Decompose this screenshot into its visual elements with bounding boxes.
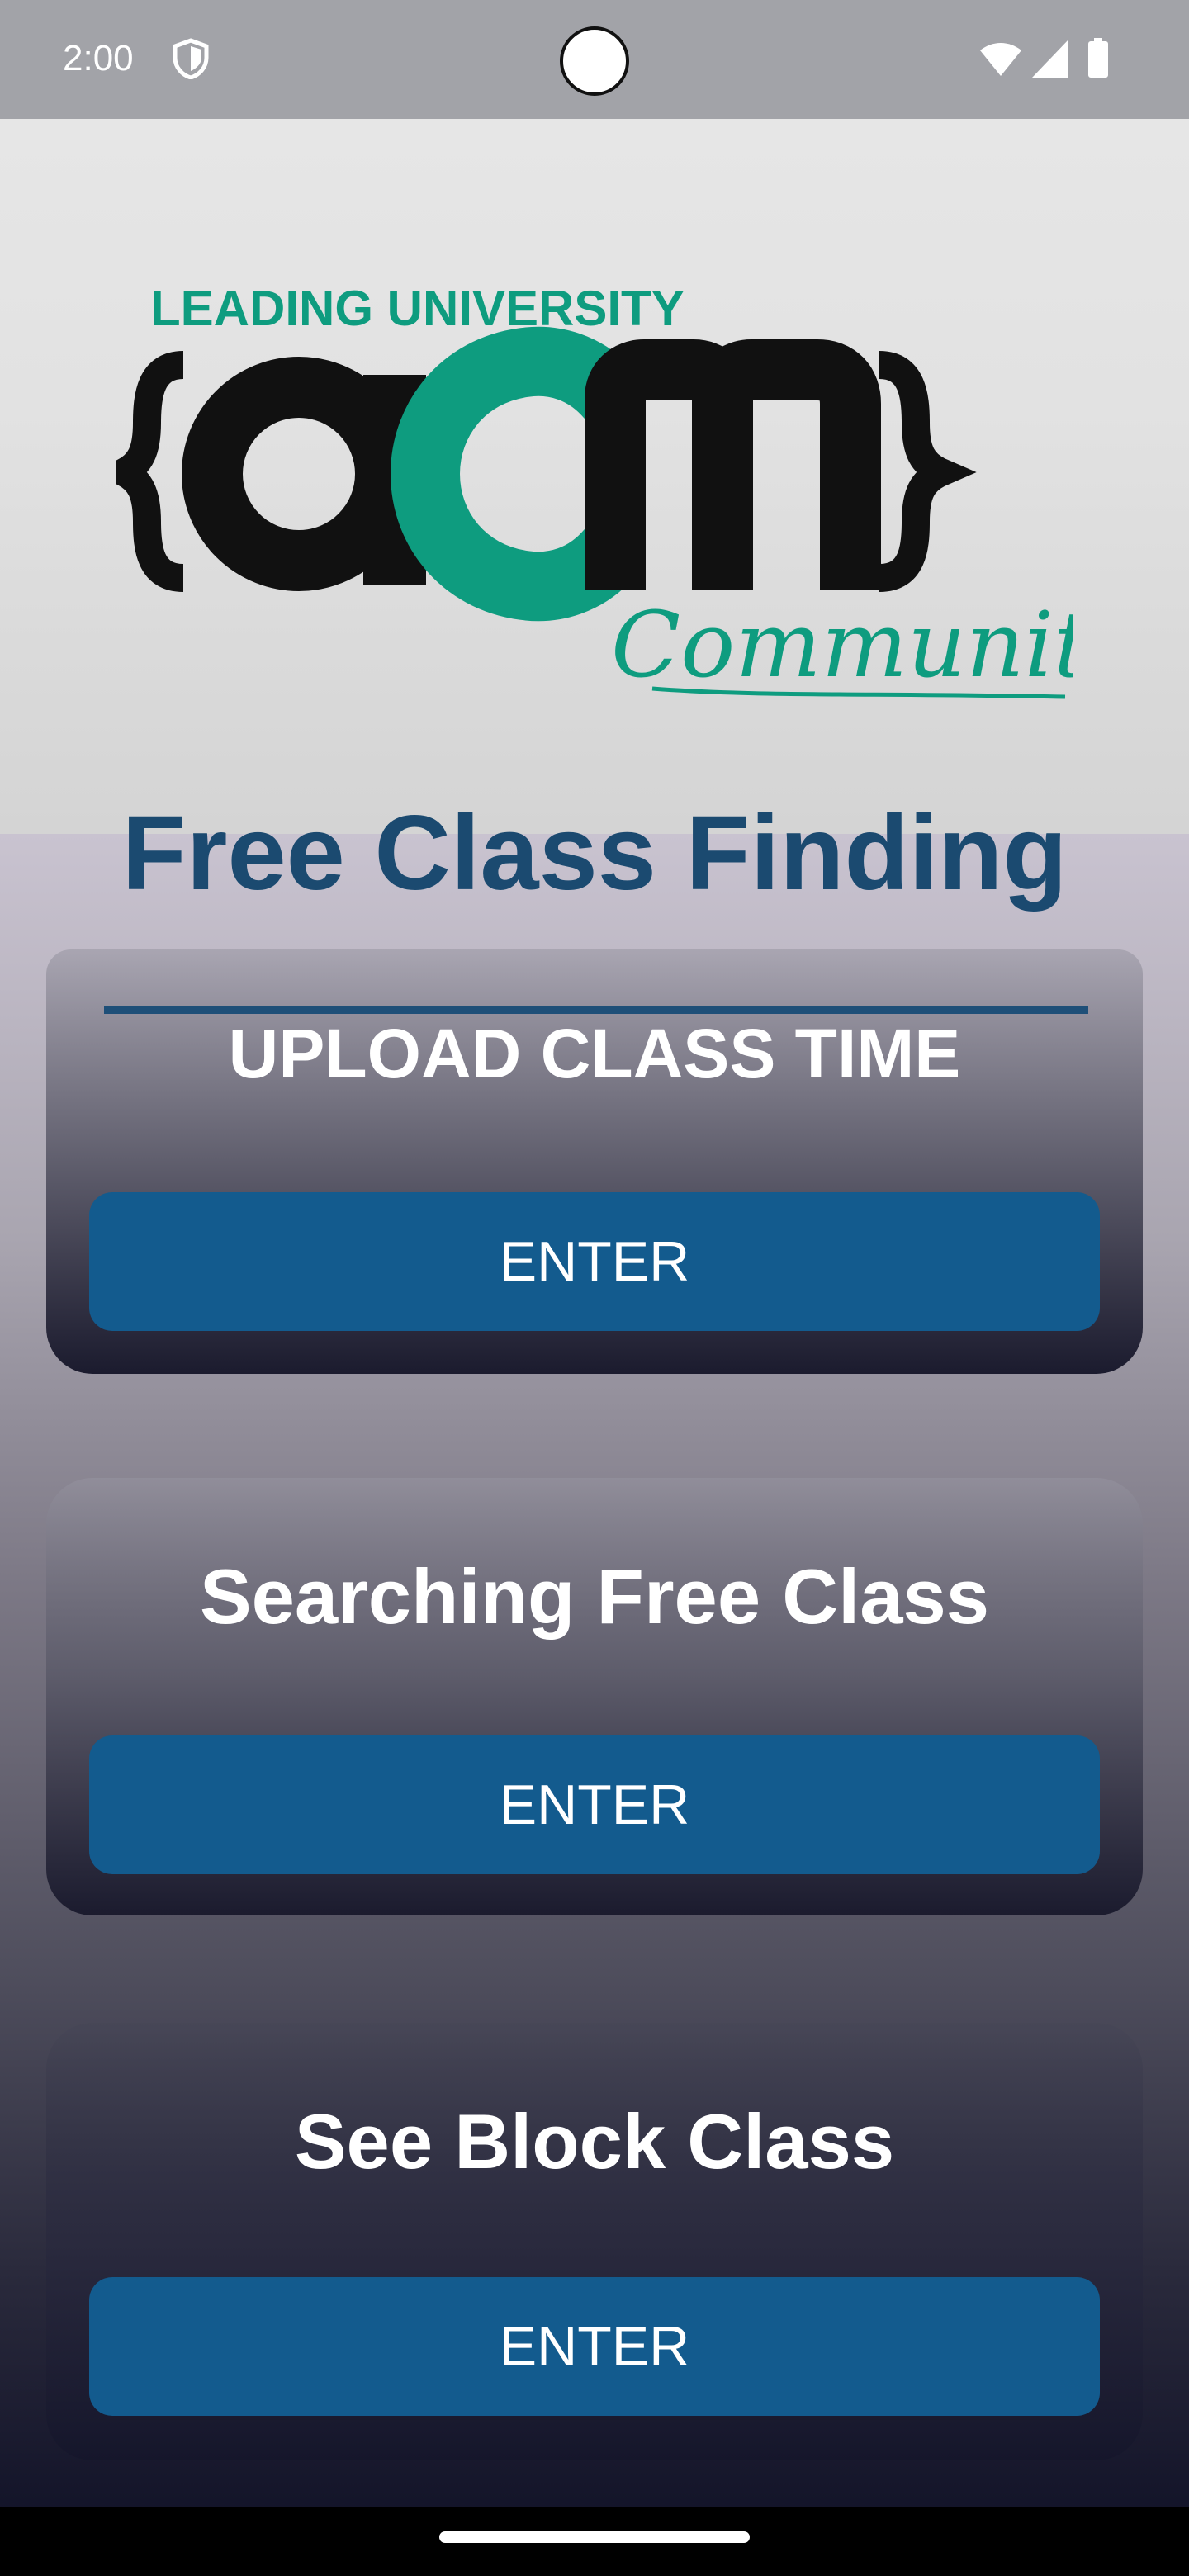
logo-top-text: LEADING UNIVERSITY bbox=[150, 281, 685, 336]
battery-icon bbox=[1088, 38, 1108, 78]
upload-class-time-card: UPLOAD CLASS TIME ENTER bbox=[46, 949, 1143, 1374]
app-screen: 2:00 LEADING UNIVERSITY Communi Free Cla… bbox=[0, 0, 1189, 2576]
search-enter-button[interactable]: ENTER bbox=[89, 1735, 1100, 1874]
logo-script-text: Community bbox=[611, 592, 1073, 698]
see-block-class-card: See Block Class ENTER bbox=[46, 2023, 1143, 2460]
card-title: See Block Class bbox=[294, 2098, 895, 2185]
card-title: UPLOAD CLASS TIME bbox=[228, 1015, 961, 1092]
wifi-icon bbox=[980, 43, 1021, 76]
signal-icon bbox=[1032, 40, 1068, 78]
camera-cutout bbox=[560, 26, 629, 96]
searching-free-class-card: Searching Free Class ENTER bbox=[46, 1478, 1143, 1915]
shield-icon bbox=[173, 38, 209, 79]
logo-header: LEADING UNIVERSITY Community bbox=[0, 119, 1189, 834]
card-title: Searching Free Class bbox=[199, 1553, 990, 1640]
status-bar: 2:00 bbox=[0, 0, 1189, 119]
status-time: 2:00 bbox=[63, 38, 134, 78]
acm-community-logo: LEADING UNIVERSITY Community bbox=[116, 281, 1073, 699]
block-enter-button[interactable]: ENTER bbox=[89, 2277, 1100, 2416]
navigation-bar bbox=[0, 2507, 1189, 2576]
page-title: Free Class Finding bbox=[121, 794, 1068, 912]
home-indicator[interactable] bbox=[439, 2531, 750, 2543]
upload-enter-button[interactable]: ENTER bbox=[89, 1192, 1100, 1331]
progress-bar bbox=[104, 1006, 1088, 1014]
